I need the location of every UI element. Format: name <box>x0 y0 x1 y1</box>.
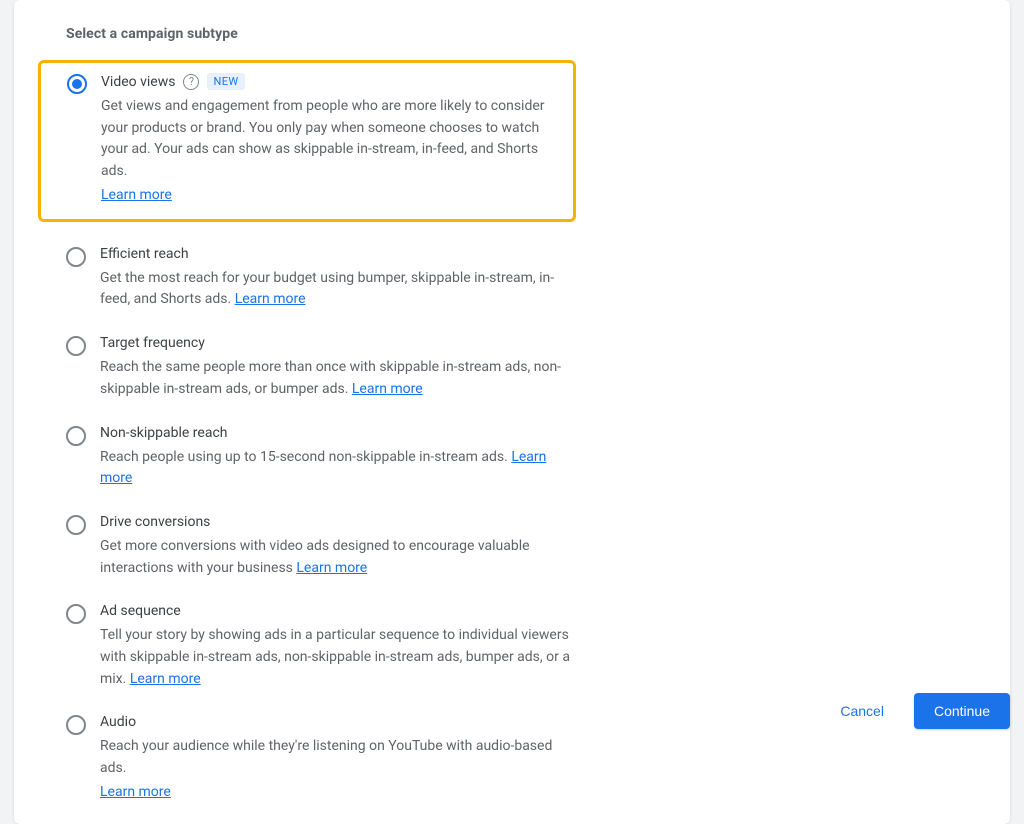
option-title: Video views <box>101 74 175 90</box>
option-body: Efficient reach Get the most reach for yo… <box>100 246 578 311</box>
subtype-option[interactable]: Target frequency Reach the same people mo… <box>38 335 578 400</box>
option-title: Non-skippable reach <box>100 425 228 441</box>
option-title-row: Non-skippable reach <box>100 425 578 441</box>
learn-more-link[interactable]: Learn more <box>101 187 172 203</box>
option-title-row: Ad sequence <box>100 603 578 619</box>
radio-button[interactable] <box>66 604 86 624</box>
option-body: Audio Reach your audience while they're l… <box>100 714 578 799</box>
option-title-row: Target frequency <box>100 335 578 351</box>
option-title-row: Video views? NEW <box>101 73 561 90</box>
option-title: Efficient reach <box>100 246 189 262</box>
option-title: Drive conversions <box>100 514 210 530</box>
learn-more-link[interactable]: Learn more <box>235 291 306 307</box>
continue-button[interactable]: Continue <box>914 693 1010 729</box>
option-description-text: Get views and engagement from people who… <box>101 98 545 179</box>
learn-more-link[interactable]: Learn more <box>130 671 201 687</box>
subtype-option[interactable]: Audio Reach your audience while they're l… <box>38 714 578 799</box>
option-title-row: Drive conversions <box>100 514 578 530</box>
option-description: Get more conversions with video ads desi… <box>100 536 578 579</box>
learn-more-link[interactable]: Learn more <box>296 560 367 576</box>
option-description: Tell your story by showing ads in a part… <box>100 625 578 690</box>
subtype-option[interactable]: Video views? NEW Get views and engagement … <box>38 60 576 222</box>
option-body: Target frequency Reach the same people mo… <box>100 335 578 400</box>
options-list: Video views? NEW Get views and engagement … <box>38 60 986 800</box>
section-title: Select a campaign subtype <box>66 26 986 42</box>
radio-button[interactable] <box>66 515 86 535</box>
option-description-text: Reach the same people more than once wit… <box>100 359 561 397</box>
option-description: Reach the same people more than once wit… <box>100 357 578 400</box>
option-body: Video views? NEW Get views and engagement … <box>101 73 561 203</box>
radio-button[interactable] <box>66 715 86 735</box>
radio-button[interactable] <box>67 74 87 94</box>
option-title-row: Efficient reach <box>100 246 578 262</box>
option-description: Get the most reach for your budget using… <box>100 268 578 311</box>
option-description: Reach people using up to 15-second non-s… <box>100 447 578 490</box>
help-icon[interactable]: ? <box>183 74 199 90</box>
option-title: Ad sequence <box>100 603 181 619</box>
radio-button[interactable] <box>66 247 86 267</box>
option-description-text: Get the most reach for your budget using… <box>100 270 554 308</box>
learn-more-link[interactable]: Learn more <box>100 784 171 800</box>
new-badge: NEW <box>207 73 244 90</box>
subtype-option[interactable]: Non-skippable reach Reach people using up… <box>38 425 578 490</box>
subtype-option[interactable]: Efficient reach Get the most reach for yo… <box>38 246 578 311</box>
option-description: Get views and engagement from people who… <box>101 96 561 183</box>
footer-actions: Cancel Continue <box>828 693 1010 729</box>
subtype-option[interactable]: Drive conversions Get more conversions wi… <box>38 514 578 579</box>
option-description-text: Reach your audience while they're listen… <box>100 738 552 776</box>
option-title: Target frequency <box>100 335 205 351</box>
learn-more-link[interactable]: Learn more <box>352 381 423 397</box>
option-body: Non-skippable reach Reach people using up… <box>100 425 578 490</box>
option-description: Reach your audience while they're listen… <box>100 736 578 779</box>
cancel-button[interactable]: Cancel <box>828 695 896 727</box>
option-body: Ad sequence Tell your story by showing ad… <box>100 603 578 690</box>
option-title: Audio <box>100 714 136 730</box>
subtype-option[interactable]: Ad sequence Tell your story by showing ad… <box>38 603 578 690</box>
radio-button[interactable] <box>66 426 86 446</box>
option-description-text: Reach people using up to 15-second non-s… <box>100 449 508 465</box>
option-title-row: Audio <box>100 714 578 730</box>
option-body: Drive conversions Get more conversions wi… <box>100 514 578 579</box>
radio-button[interactable] <box>66 336 86 356</box>
canvas: Select a campaign subtype Video views? NE… <box>0 0 1024 739</box>
